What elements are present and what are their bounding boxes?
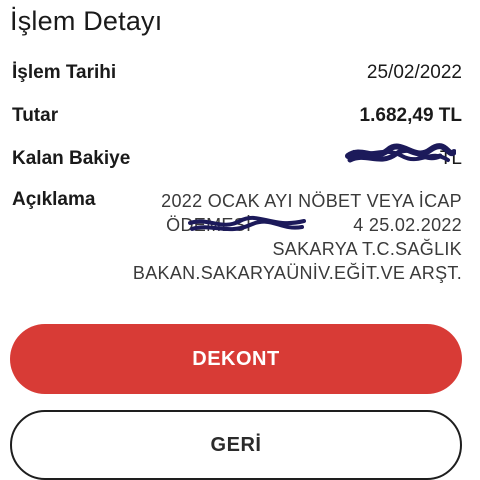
receipt-button[interactable]: DEKONT <box>10 324 462 394</box>
redaction-scribble <box>188 215 306 232</box>
transaction-date-value: 25/02/2022 <box>366 62 462 83</box>
transaction-date-label: İşlem Tarihi <box>12 62 117 83</box>
transaction-date-row: İşlem Tarihi 25/02/2022 <box>12 62 462 84</box>
redaction-scribble <box>344 143 456 163</box>
description-line: ÖDEMESİ 4 25.02.2022 <box>102 213 462 237</box>
description-text: 2022 OCAK AYI NÖBET VEYA İCAP ÖDEMESİ 4 2… <box>102 189 462 285</box>
page-title: İşlem Detayı <box>10 6 163 36</box>
description-line: 2022 OCAK AYI NÖBET VEYA İCAP <box>161 191 462 211</box>
back-button[interactable]: GERİ <box>10 410 462 480</box>
amount-label: Tutar <box>12 105 59 126</box>
remaining-balance-label: Kalan Bakiye <box>12 148 131 169</box>
description-label: Açıklama <box>12 189 96 210</box>
description-line: BAKAN.SAKARYAÜNİV.EĞİT.VE ARŞT. <box>132 263 462 283</box>
amount-row: Tutar 1.682,49 TL <box>12 105 462 127</box>
description-line: SAKARYA T.C.SAĞLIK <box>272 239 462 259</box>
remaining-balance-value: TL <box>344 143 462 170</box>
description-line-end: 4 25.02.2022 <box>353 215 462 235</box>
amount-value: 1.682,49 TL <box>359 105 462 126</box>
remaining-balance-row: Kalan Bakiye TL <box>12 143 462 170</box>
